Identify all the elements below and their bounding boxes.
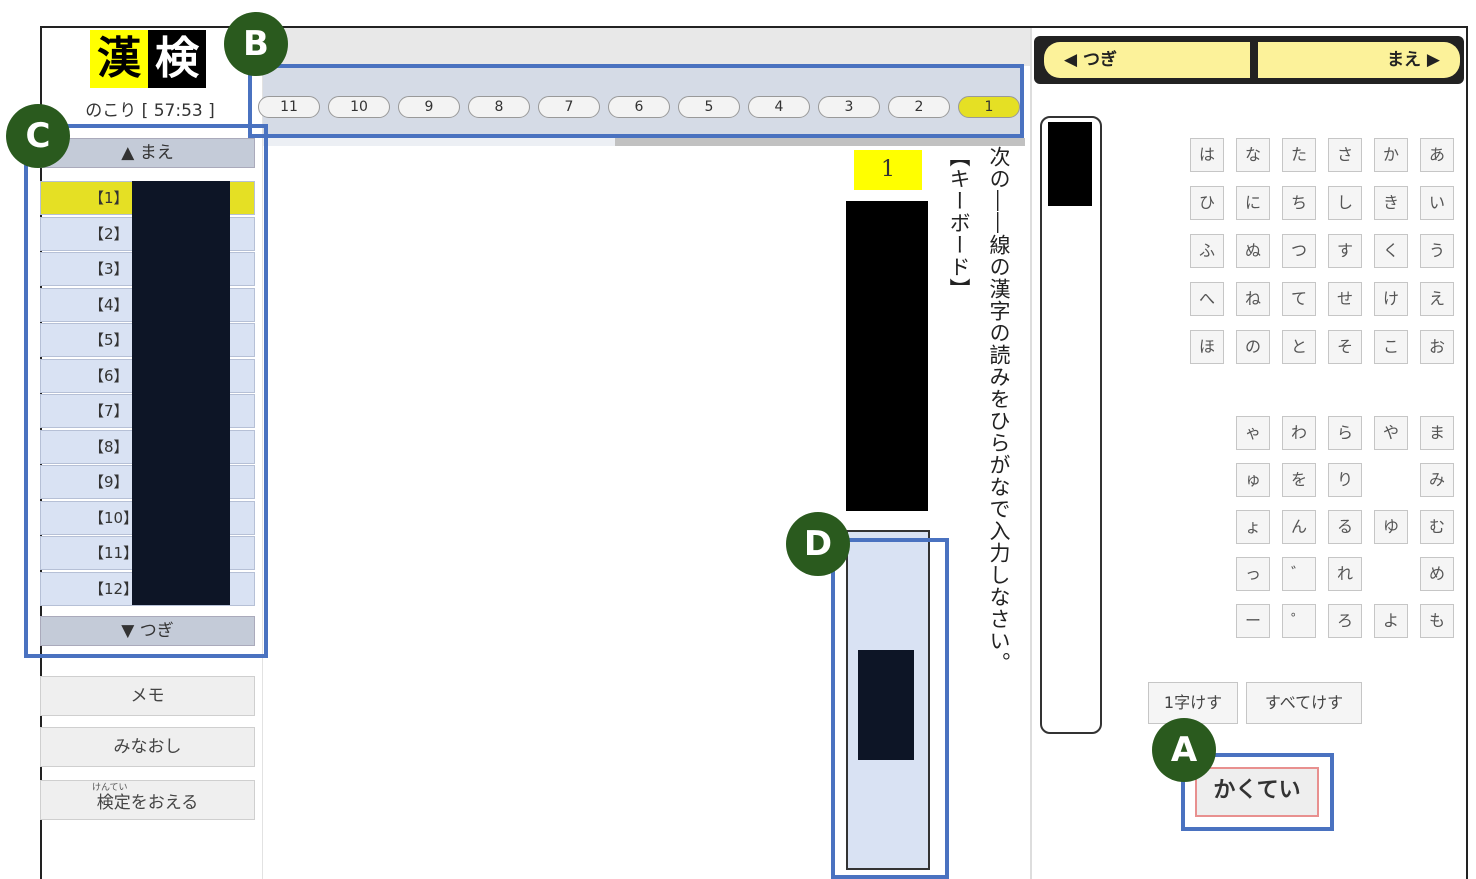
hiragana-key[interactable]: ー: [1236, 604, 1270, 638]
hiragana-key[interactable]: わ: [1282, 416, 1316, 450]
keyboard-panel-divider: [1030, 28, 1032, 879]
hiragana-key[interactable]: ほ: [1190, 330, 1224, 364]
hiragana-key[interactable]: と: [1282, 330, 1316, 364]
remaining-time: のこり [ 57:53 ]: [85, 101, 215, 121]
annotation-box-c: [24, 124, 268, 658]
hiragana-key[interactable]: つ: [1282, 234, 1316, 268]
finish-exam-ruby: けんてい: [92, 783, 128, 793]
hiragana-key[interactable]: ゅ: [1236, 463, 1270, 497]
memo-button[interactable]: メモ: [40, 676, 255, 716]
hiragana-key[interactable]: せ: [1328, 282, 1362, 316]
question-text-redaction: [846, 201, 928, 511]
hiragana-key[interactable]: ぬ: [1236, 234, 1270, 268]
annotation-box-b: [248, 64, 1024, 138]
hiragana-key[interactable]: ょ: [1236, 510, 1270, 544]
annotation-marker-a: A: [1152, 718, 1216, 782]
tab-header-band: [263, 28, 1030, 66]
hiragana-key[interactable]: れ: [1328, 557, 1362, 591]
hiragana-key[interactable]: の: [1236, 330, 1270, 364]
hiragana-key[interactable]: お: [1420, 330, 1454, 364]
hiragana-key[interactable]: ゃ: [1236, 416, 1270, 450]
answer-display: [1040, 116, 1102, 734]
hiragana-key[interactable]: み: [1420, 463, 1454, 497]
hiragana-key[interactable]: は: [1190, 138, 1224, 172]
hiragana-key[interactable]: く: [1374, 234, 1408, 268]
hiragana-key[interactable]: む: [1420, 510, 1454, 544]
hiragana-key[interactable]: や: [1374, 416, 1408, 450]
hiragana-key[interactable]: う: [1420, 234, 1454, 268]
hiragana-key[interactable]: ま: [1420, 416, 1454, 450]
hiragana-key[interactable]: こ: [1374, 330, 1408, 364]
annotation-marker-b: B: [224, 12, 288, 76]
hiragana-key[interactable]: え: [1420, 282, 1454, 316]
annotation-marker-d: D: [786, 512, 850, 576]
logo-char-2: 検: [148, 30, 206, 88]
tab-scrollbar-thumb[interactable]: [615, 138, 1025, 146]
answer-display-content: [1048, 122, 1092, 206]
hiragana-key[interactable]: ゆ: [1374, 510, 1408, 544]
hiragana-key[interactable]: ゛: [1282, 557, 1316, 591]
hiragana-key[interactable]: け: [1374, 282, 1408, 316]
hiragana-key[interactable]: な: [1236, 138, 1270, 172]
hiragana-key[interactable]: し: [1328, 186, 1362, 220]
question-instruction: 次の――線の漢字の読みをひらがなで入力しなさい。: [987, 146, 1011, 674]
prev-question-button[interactable]: まえ ▶: [1258, 42, 1460, 78]
review-button[interactable]: みなおし: [40, 727, 255, 767]
hiragana-key[interactable]: き: [1374, 186, 1408, 220]
input-mode-label: 【キーボード】: [947, 146, 971, 300]
kanken-logo: 漢 検: [90, 30, 206, 88]
hiragana-key[interactable]: る: [1328, 510, 1362, 544]
hiragana-key[interactable]: あ: [1420, 138, 1454, 172]
delete-one-char-button[interactable]: 1字けす: [1148, 682, 1238, 724]
annotation-box-d: [831, 538, 949, 879]
hiragana-key[interactable]: も: [1420, 604, 1454, 638]
hiragana-key[interactable]: を: [1282, 463, 1316, 497]
hiragana-key[interactable]: そ: [1328, 330, 1362, 364]
hiragana-key[interactable]: ち: [1282, 186, 1316, 220]
frame-right-border: [1466, 26, 1468, 879]
hiragana-key[interactable]: り: [1328, 463, 1362, 497]
hiragana-key[interactable]: ゜: [1282, 604, 1316, 638]
hiragana-key[interactable]: さ: [1328, 138, 1362, 172]
next-question-button[interactable]: ◀ つぎ: [1044, 42, 1250, 78]
delete-all-button[interactable]: すべてけす: [1246, 682, 1362, 724]
logo-char-1: 漢: [90, 30, 148, 88]
hiragana-key[interactable]: に: [1236, 186, 1270, 220]
annotation-marker-c: C: [6, 104, 70, 168]
hiragana-key[interactable]: へ: [1190, 282, 1224, 316]
hiragana-key[interactable]: い: [1420, 186, 1454, 220]
hiragana-key[interactable]: ろ: [1328, 604, 1362, 638]
hiragana-key[interactable]: ね: [1236, 282, 1270, 316]
hiragana-key[interactable]: ん: [1282, 510, 1316, 544]
hiragana-key[interactable]: め: [1420, 557, 1454, 591]
hiragana-key[interactable]: た: [1282, 138, 1316, 172]
question-number: 1: [854, 150, 922, 190]
hiragana-key[interactable]: よ: [1374, 604, 1408, 638]
hiragana-key[interactable]: す: [1328, 234, 1362, 268]
hiragana-key[interactable]: ら: [1328, 416, 1362, 450]
finish-exam-button[interactable]: 検定をおえる: [40, 780, 255, 820]
hiragana-key[interactable]: ひ: [1190, 186, 1224, 220]
hiragana-key[interactable]: て: [1282, 282, 1316, 316]
hiragana-key[interactable]: か: [1374, 138, 1408, 172]
hiragana-key[interactable]: っ: [1236, 557, 1270, 591]
hiragana-key[interactable]: ふ: [1190, 234, 1224, 268]
